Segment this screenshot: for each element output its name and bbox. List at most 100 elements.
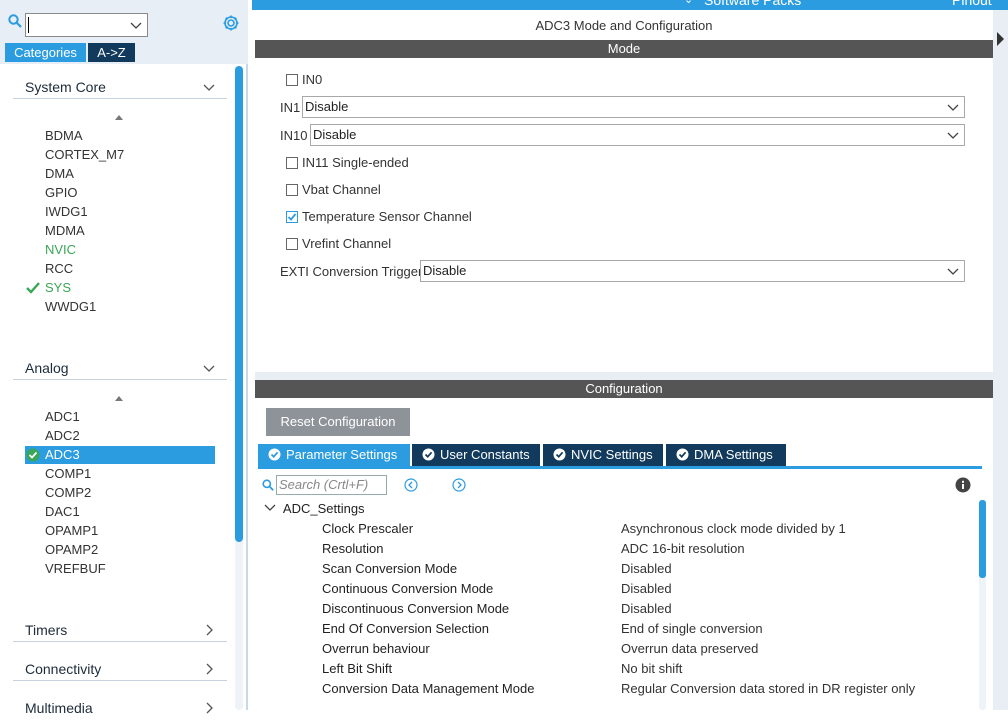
- tree-item-adc3[interactable]: ADC3: [45, 446, 80, 464]
- in1-select[interactable]: Disable: [302, 96, 965, 118]
- param-name: Conversion Data Management Mode: [322, 681, 535, 696]
- vbat-label: Vbat Channel: [302, 182, 381, 197]
- param-row[interactable]: Left Bit Shift No bit shift: [322, 661, 982, 681]
- section-splitter[interactable]: [255, 372, 993, 380]
- tree-item-opamp1[interactable]: OPAMP1: [45, 522, 98, 540]
- param-name: Scan Conversion Mode: [322, 561, 458, 576]
- in0-checkbox[interactable]: [286, 74, 298, 86]
- adc-settings-group[interactable]: ADC_Settings: [264, 501, 365, 516]
- vrefint-label: Vrefint Channel: [302, 236, 392, 251]
- chevron-down-icon[interactable]: [264, 503, 276, 513]
- in1-label: IN1: [280, 100, 301, 115]
- tree-item-vrefbuf[interactable]: VREFBUF: [45, 560, 106, 578]
- tree-item-wwdg1[interactable]: WWDG1: [45, 298, 96, 316]
- tab-nvic-settings[interactable]: NVIC Settings: [543, 444, 663, 466]
- checkmark-circle-icon: [268, 448, 281, 461]
- param-row[interactable]: Continuous Conversion Mode Disabled: [322, 581, 982, 601]
- param-row[interactable]: Resolution ADC 16-bit resolution: [322, 541, 982, 561]
- param-value[interactable]: Asynchronous clock mode divided by 1: [621, 521, 846, 536]
- pinout-menu[interactable]: Pinout: [952, 0, 992, 8]
- reset-configuration-button[interactable]: Reset Configuration: [266, 408, 410, 436]
- tab-user-constants[interactable]: User Constants: [412, 444, 540, 466]
- parameter-scrollbar-thumb[interactable]: [979, 500, 986, 578]
- tree-item-bdma[interactable]: BDMA: [45, 127, 83, 145]
- in10-select[interactable]: Disable: [310, 124, 965, 146]
- chevron-down-icon[interactable]: [947, 129, 959, 141]
- software-packs-menu[interactable]: Software Packs: [704, 0, 801, 8]
- category-connectivity[interactable]: Connectivity: [13, 659, 227, 681]
- left-scrollbar-thumb[interactable]: [235, 66, 243, 542]
- exti-trigger-select[interactable]: Disable: [420, 260, 965, 282]
- tree-item-comp2[interactable]: COMP2: [45, 484, 91, 502]
- tree-item-sys[interactable]: SYS: [45, 279, 71, 297]
- exti-trigger-select-value: Disable: [423, 263, 467, 278]
- param-name: Left Bit Shift: [322, 661, 393, 676]
- chevron-down-icon: [203, 84, 215, 91]
- chevron-down-icon[interactable]: [947, 265, 959, 277]
- checkmark-icon: [26, 282, 40, 294]
- tree-item-nvic[interactable]: NVIC: [45, 241, 76, 259]
- tab-label: Parameter Settings: [286, 447, 398, 462]
- tab-a-to-z[interactable]: A->Z: [88, 43, 135, 62]
- tree-item-dac1[interactable]: DAC1: [45, 503, 80, 521]
- param-row[interactable]: Scan Conversion Mode Disabled: [322, 561, 982, 581]
- tab-categories[interactable]: Categories: [5, 43, 86, 62]
- vrefint-checkbox[interactable]: [286, 238, 298, 250]
- param-row[interactable]: End Of Conversion Selection End of singl…: [322, 621, 982, 641]
- in0-label: IN0: [302, 72, 323, 87]
- tab-parameter-settings[interactable]: Parameter Settings: [258, 444, 410, 466]
- tree-item-adc2[interactable]: ADC2: [45, 427, 80, 445]
- scroll-up-arrow-icon[interactable]: [114, 394, 124, 404]
- tree-item-adc1[interactable]: ADC1: [45, 408, 80, 426]
- category-label: System Core: [25, 79, 106, 95]
- param-value[interactable]: Overrun data preserved: [621, 641, 758, 656]
- tree-item-rcc[interactable]: RCC: [45, 260, 73, 278]
- panel-title: ADC3 Mode and Configuration: [535, 18, 713, 33]
- tree-item-comp1[interactable]: COMP1: [45, 465, 91, 483]
- param-row[interactable]: Discontinuous Conversion Mode Disabled: [322, 601, 982, 621]
- param-value[interactable]: Disabled: [621, 561, 672, 576]
- gear-icon[interactable]: [222, 14, 240, 32]
- scroll-up-arrow-icon[interactable]: [114, 113, 124, 123]
- parameter-search-input[interactable]: Search (Crtl+F): [276, 475, 387, 495]
- component-search-input[interactable]: [25, 13, 148, 37]
- tab-label: DMA Settings: [694, 447, 773, 462]
- param-row[interactable]: Conversion Data Management Mode Regular …: [322, 681, 982, 701]
- category-multimedia[interactable]: Multimedia: [13, 698, 227, 720]
- in10-label: IN10: [280, 128, 308, 143]
- param-value[interactable]: Disabled: [621, 581, 672, 596]
- param-value[interactable]: End of single conversion: [621, 621, 763, 636]
- tree-item-opamp2[interactable]: OPAMP2: [45, 541, 98, 559]
- param-value[interactable]: Disabled: [621, 601, 672, 616]
- mode-header-bar: Mode: [255, 40, 993, 58]
- param-row[interactable]: Clock Prescaler Asynchronous clock mode …: [322, 521, 982, 541]
- category-analog[interactable]: Analog: [13, 358, 227, 380]
- group-label: ADC_Settings: [282, 501, 365, 516]
- param-value[interactable]: No bit shift: [621, 661, 682, 676]
- temperature-sensor-checkbox[interactable]: [286, 211, 298, 223]
- category-system-core[interactable]: System Core: [13, 77, 227, 99]
- chevron-down-icon[interactable]: [947, 101, 959, 113]
- chevron-right-icon: [206, 702, 213, 714]
- expand-arrow-icon[interactable]: [995, 30, 1005, 48]
- vbat-checkbox[interactable]: [286, 184, 298, 196]
- tree-item-mdma[interactable]: MDMA: [45, 222, 85, 240]
- tree-item-cortex-m7[interactable]: CORTEX_M7: [45, 146, 124, 164]
- tree-item-iwdg1[interactable]: IWDG1: [45, 203, 88, 221]
- tab-dma-settings[interactable]: DMA Settings: [666, 444, 786, 466]
- param-row[interactable]: Overrun behaviour Overrun data preserved: [322, 641, 982, 661]
- next-match-icon[interactable]: [452, 478, 466, 492]
- chevron-down-icon[interactable]: [130, 19, 142, 31]
- info-icon[interactable]: [955, 477, 971, 493]
- param-value[interactable]: Regular Conversion data stored in DR reg…: [621, 681, 915, 696]
- checkmark-circle-icon: [676, 448, 689, 461]
- category-timers[interactable]: Timers: [13, 620, 227, 642]
- tab-label: User Constants: [440, 447, 530, 462]
- chevron-down-icon: [203, 365, 215, 372]
- in11-checkbox[interactable]: [286, 157, 298, 169]
- temperature-sensor-label: Temperature Sensor Channel: [302, 209, 472, 224]
- previous-match-icon[interactable]: [404, 478, 418, 492]
- tree-item-dma[interactable]: DMA: [45, 165, 74, 183]
- tree-item-gpio[interactable]: GPIO: [45, 184, 78, 202]
- param-value[interactable]: ADC 16-bit resolution: [621, 541, 745, 556]
